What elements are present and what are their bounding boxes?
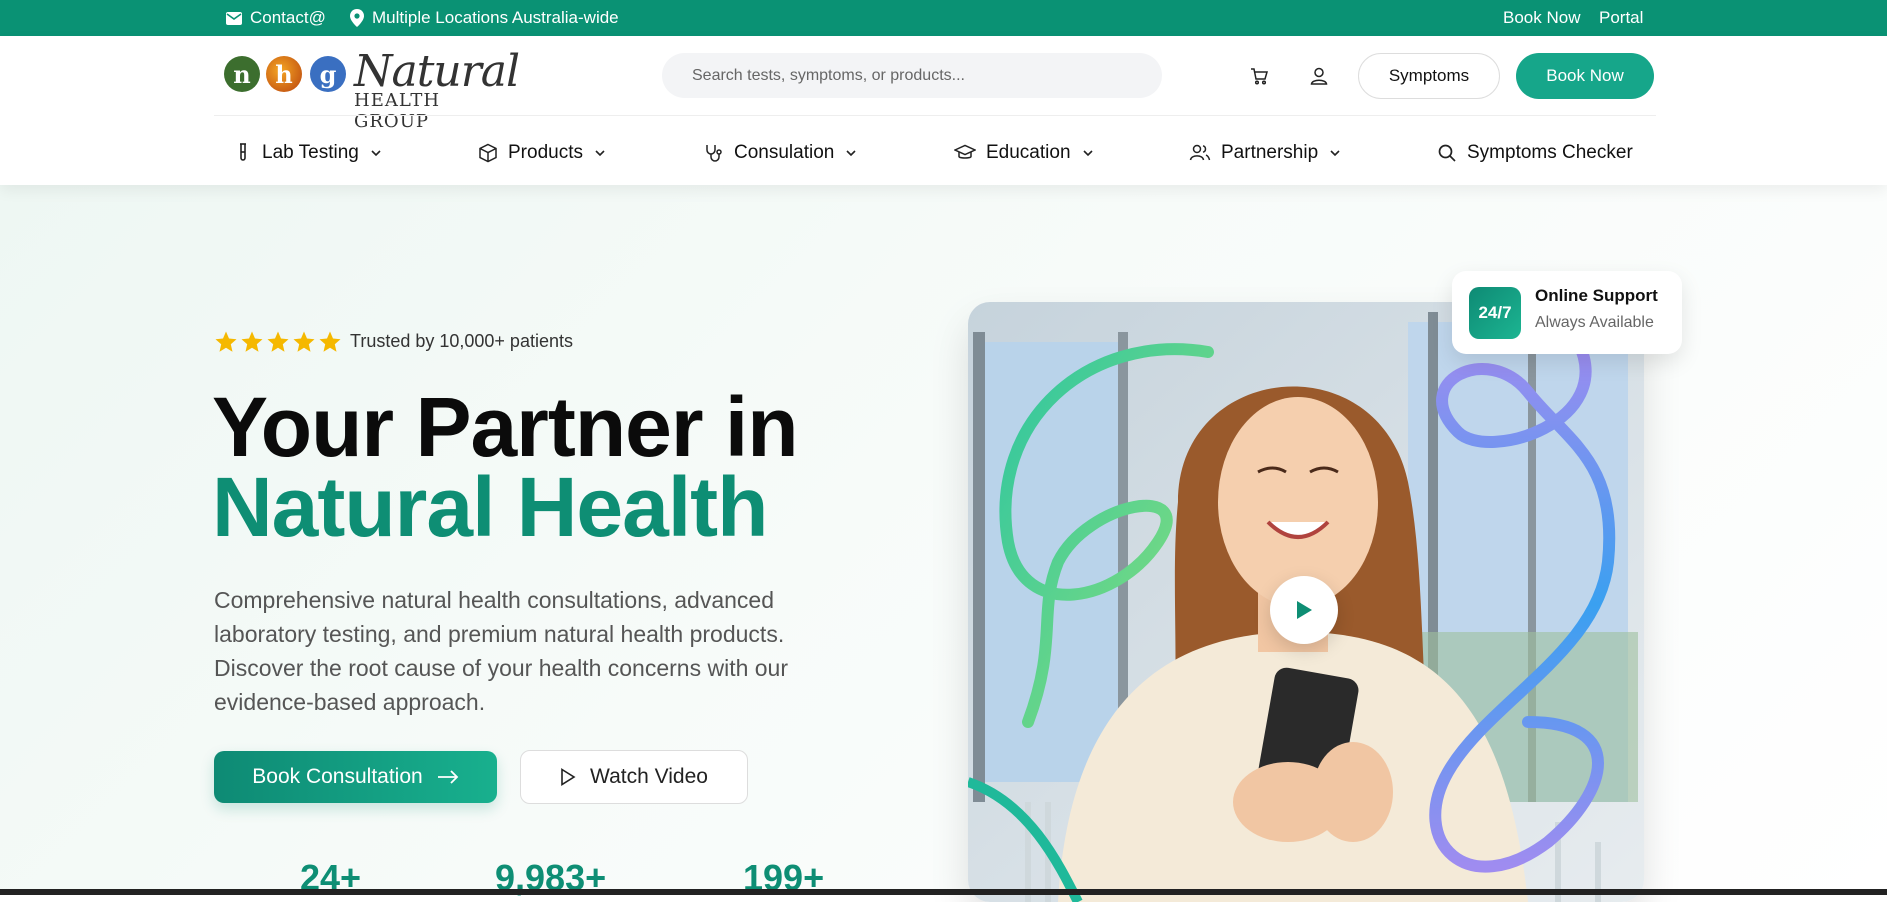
rating-stars [214,330,342,354]
watch-video-label: Watch Video [590,765,708,788]
cart-button[interactable] [1243,60,1275,92]
search-input[interactable] [662,53,1162,98]
logo-circle-h: h [266,56,302,92]
logo[interactable]: n h g Natural HEALTH GROUP [224,44,520,132]
star-icon [293,331,315,352]
topbar-book-now-label: Book Now [1503,8,1581,27]
play-video-button[interactable] [1270,576,1338,644]
main-nav: Lab Testing Products Consulation Educati… [214,132,1656,174]
headline-line-2: Natural Health [212,460,768,554]
watch-video-button[interactable]: Watch Video [520,750,748,804]
arrow-right-icon [437,770,458,784]
hero-description: Comprehensive natural health consultatio… [214,587,789,715]
online-support-card: 24/7 Online Support Always Available [1452,271,1682,354]
nav-partnership[interactable]: Partnership [1189,132,1342,174]
mail-icon [226,11,242,25]
logo-circle-n: n [224,56,260,92]
test-tube-icon [240,143,246,161]
location-label: Multiple Locations Australia-wide [372,8,619,27]
play-icon [1297,601,1312,619]
nav-lab-testing[interactable]: Lab Testing [234,132,383,174]
star-icon [267,331,289,352]
portal-label: Portal [1599,8,1644,27]
headline-line-1: Your Partner in [212,380,799,474]
cart-icon [1251,68,1268,85]
nav-symptoms-checker[interactable]: Symptoms Checker [1437,132,1633,174]
logo-circle-g: g [310,56,346,92]
window-bottom-edge [0,889,1887,895]
nav-education[interactable]: Education [954,132,1095,174]
contact-link[interactable]: Contact@ [226,0,326,36]
nav-products[interactable]: Products [478,132,607,174]
chevron-down-icon [1330,150,1340,157]
book-consultation-label: Book Consultation [252,765,423,788]
search-icon [1438,144,1456,162]
site-header: n h g Natural HEALTH GROUP Symptoms Book… [0,36,1887,185]
chevron-down-icon [371,150,381,157]
location-info: Multiple Locations Australia-wide [350,0,619,36]
box-icon [479,143,497,163]
book-now-button[interactable]: Book Now [1516,53,1654,99]
portal-link[interactable]: Portal [1599,0,1643,36]
contact-label: Contact@ [250,8,326,27]
star-icon [215,331,237,352]
star-icon [319,331,341,352]
chevron-down-icon [1082,150,1093,157]
play-icon [561,768,576,786]
stethoscope-icon [706,145,722,162]
users-icon [1189,144,1211,161]
trusted-text: Trusted by 10,000+ patients [350,331,573,351]
logo-subtitle: HEALTH GROUP [354,90,441,132]
nav-symptoms-checker-label: Symptoms Checker [1467,142,1633,163]
book-consultation-button[interactable]: Book Consultation [214,751,497,803]
nav-lab-testing-label: Lab Testing [262,142,359,163]
star-icon [241,331,263,352]
nav-partnership-label: Partnership [1221,142,1319,163]
hero-section: Trusted by 10,000+ patients Your Partner… [0,185,1887,902]
topbar-book-now-link[interactable]: Book Now [1503,0,1580,36]
nav-consultation[interactable]: Consulation [704,132,858,174]
user-icon [1310,67,1328,85]
nav-consultation-label: Consulation [734,142,835,163]
support-badge: 24/7 [1469,287,1521,339]
map-pin-icon [350,9,364,27]
hero-image [968,302,1644,902]
chevron-down-icon [595,150,605,157]
top-bar: Contact@ Multiple Locations Australia-wi… [0,0,1887,36]
nav-education-label: Education [986,142,1071,163]
account-button[interactable] [1303,60,1335,92]
graduation-cap-icon [954,144,976,159]
header-divider [214,115,1656,116]
nav-products-label: Products [508,142,583,163]
support-subtitle: Always Available [1535,314,1654,331]
symptoms-button[interactable]: Symptoms [1358,53,1500,99]
chevron-down-icon [846,150,856,157]
support-title: Online Support [1535,286,1658,305]
